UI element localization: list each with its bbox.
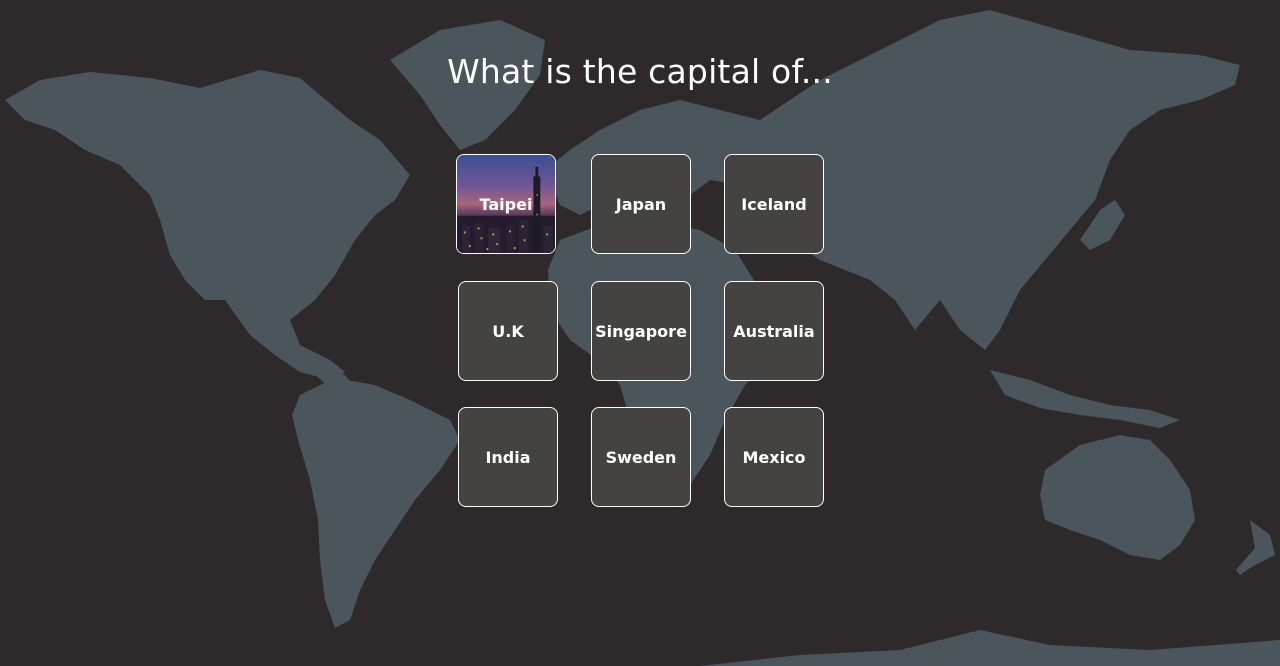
- new-zealand-shape: [1236, 520, 1275, 575]
- card-iceland[interactable]: Iceland: [724, 154, 824, 254]
- card-mexico[interactable]: Mexico: [724, 407, 824, 507]
- card-label: U.K: [492, 321, 524, 341]
- card-label: Taipei: [479, 194, 533, 214]
- card-label: India: [485, 447, 531, 467]
- card-label: Japan: [615, 194, 667, 214]
- card-label: Singapore: [595, 321, 687, 341]
- card-label: Australia: [733, 321, 815, 341]
- card-india[interactable]: India: [458, 407, 558, 507]
- card-label: Sweden: [605, 447, 677, 467]
- card-australia[interactable]: Australia: [724, 281, 824, 381]
- card-japan[interactable]: Japan: [591, 154, 691, 254]
- antarctica-shape: [700, 630, 1280, 666]
- card-uk[interactable]: U.K: [458, 281, 558, 381]
- south-america-shape: [292, 378, 460, 628]
- indonesia-shape: [990, 370, 1180, 428]
- australia-shape: [1040, 435, 1195, 560]
- card-taipei[interactable]: Taipei: [456, 154, 556, 254]
- north-america-shape: [5, 70, 410, 380]
- page-title: What is the capital of...: [447, 52, 833, 91]
- card-label: Iceland: [741, 194, 807, 214]
- quiz-page: What is the capital of... Taipei Japan I…: [0, 0, 1280, 666]
- card-label: Mexico: [742, 447, 806, 467]
- card-singapore[interactable]: Singapore: [591, 281, 691, 381]
- card-sweden[interactable]: Sweden: [591, 407, 691, 507]
